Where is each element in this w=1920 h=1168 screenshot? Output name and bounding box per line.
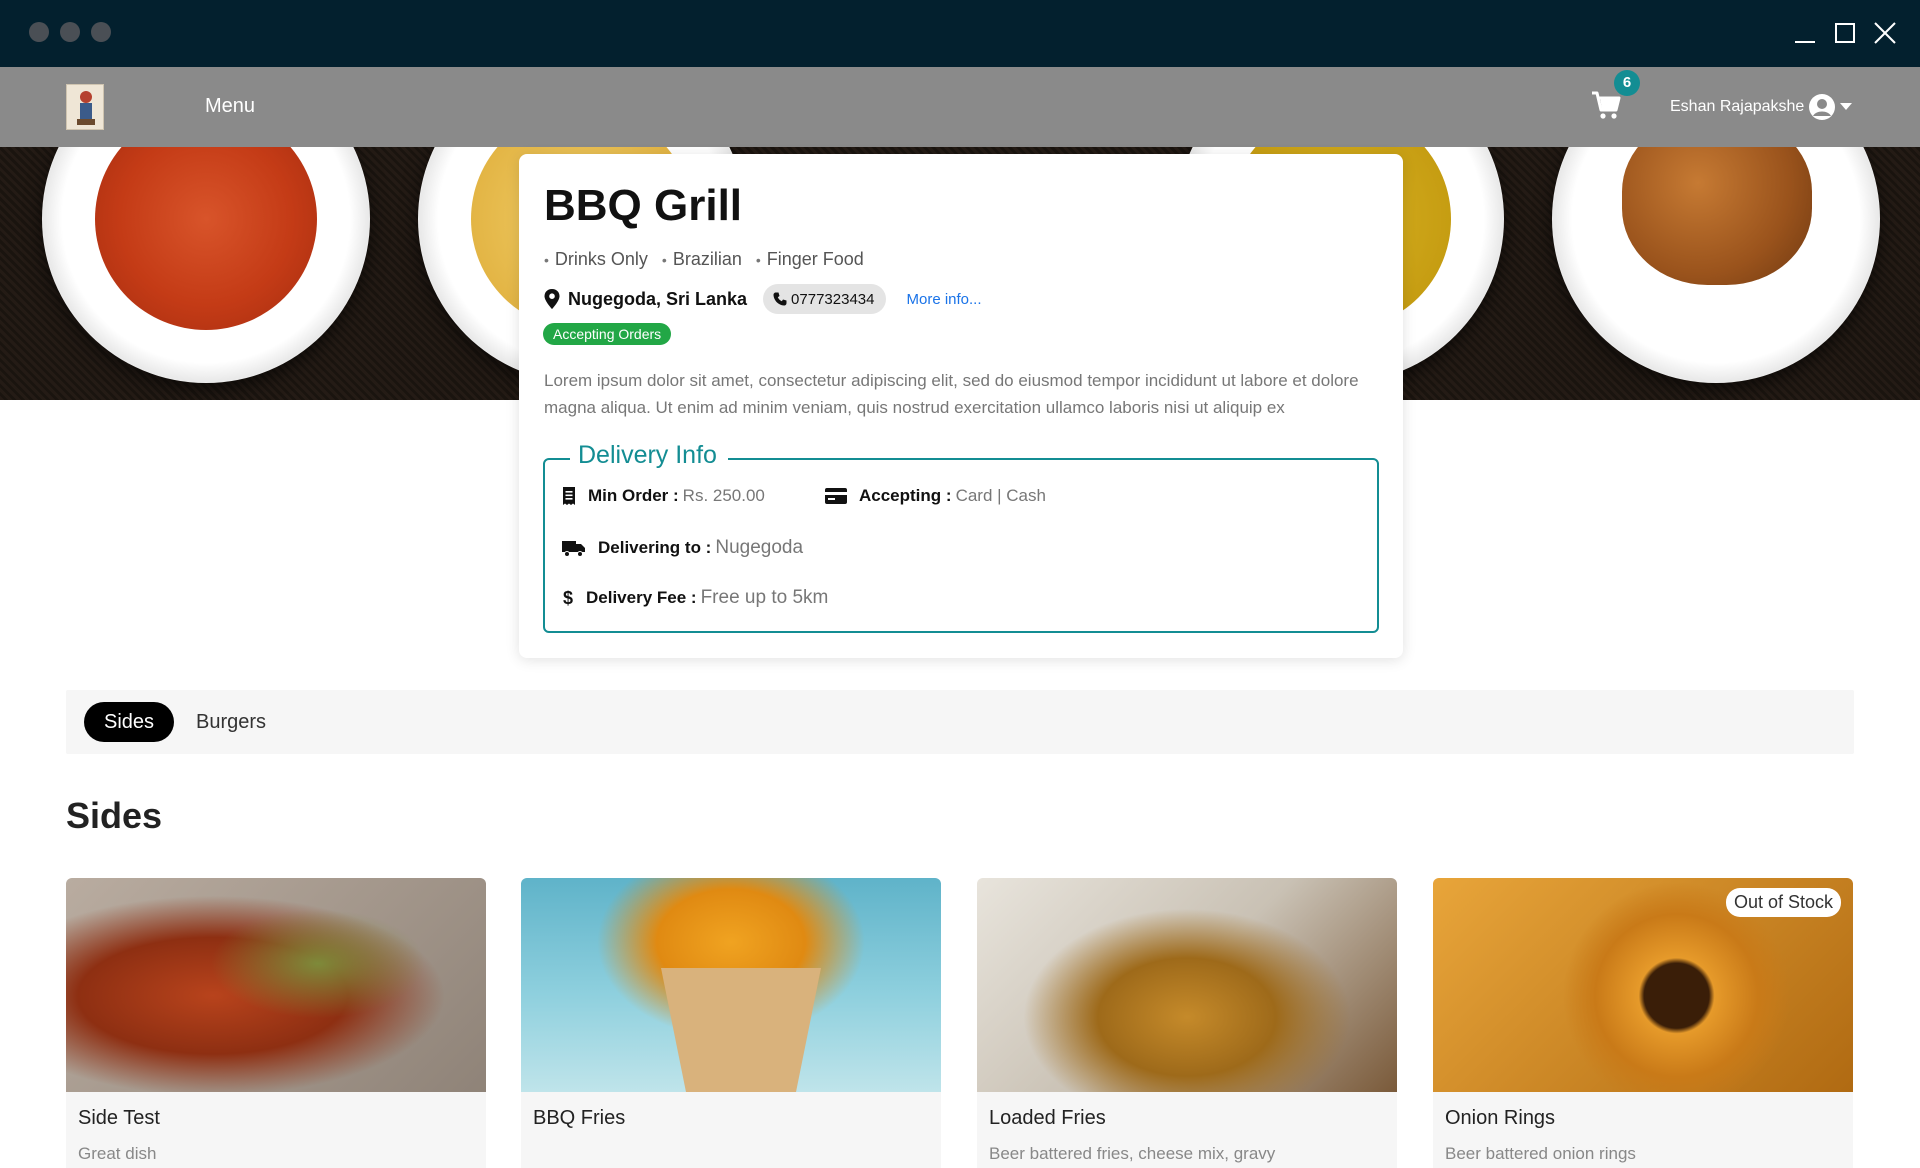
user-name[interactable]: Eshan Rajapakshe bbox=[1670, 98, 1804, 116]
map-pin-icon bbox=[544, 289, 560, 309]
window-dot-2[interactable] bbox=[60, 22, 80, 42]
svg-text:$: $ bbox=[563, 588, 573, 608]
cart-icon[interactable] bbox=[1590, 89, 1622, 121]
nav-menu-link[interactable]: Menu bbox=[205, 95, 255, 118]
delivery-info-box: Delivery Info Min Order : Rs. 250.00 Acc… bbox=[543, 441, 1379, 633]
min-order-label: Min Order : bbox=[588, 486, 679, 505]
product-image[interactable] bbox=[66, 878, 486, 1092]
product-description: Beer battered fries, cheese mix, gravy bbox=[989, 1144, 1276, 1163]
phone-pill[interactable]: 0777323434 bbox=[763, 284, 887, 314]
product-image[interactable] bbox=[521, 878, 941, 1092]
restaurant-name: BBQ Grill bbox=[544, 181, 743, 230]
delivery-info-title: Delivery Info bbox=[570, 441, 728, 470]
product-card[interactable]: Loaded Fries Beer battered fries, cheese… bbox=[977, 878, 1397, 1168]
cuisine-list: Drinks Only Brazilian Finger Food bbox=[544, 249, 864, 270]
minimize-icon[interactable] bbox=[1792, 20, 1818, 46]
product-description: Great dish bbox=[78, 1144, 157, 1163]
delivery-truck-icon bbox=[562, 541, 585, 557]
delivery-fee-label: Delivery Fee : bbox=[586, 588, 697, 607]
restaurant-location: Nugegoda, Sri Lanka bbox=[568, 288, 748, 309]
close-icon[interactable] bbox=[1872, 20, 1898, 46]
min-order-value: Rs. 250.00 bbox=[682, 486, 765, 505]
window-dot-1[interactable] bbox=[29, 22, 49, 42]
product-name: Side Test bbox=[78, 1107, 160, 1129]
accepting-label: Accepting : bbox=[859, 486, 952, 505]
phone-icon bbox=[773, 292, 787, 306]
brand-logo[interactable] bbox=[66, 84, 104, 130]
status-badge: Accepting Orders bbox=[543, 323, 672, 345]
product-card[interactable]: Side Test Great dish bbox=[66, 878, 486, 1168]
credit-card-icon bbox=[825, 488, 847, 504]
product-description: Beer battered onion rings bbox=[1445, 1144, 1636, 1163]
cuisine-tag: Brazilian bbox=[662, 249, 742, 270]
dollar-icon: $ bbox=[563, 588, 573, 608]
maximize-icon[interactable] bbox=[1832, 20, 1858, 46]
accepting-row: Accepting : Card | Cash bbox=[825, 486, 1046, 506]
more-info-link[interactable]: More info... bbox=[906, 291, 981, 308]
cuisine-tag: Drinks Only bbox=[544, 249, 648, 270]
accepting-value: Card | Cash bbox=[955, 486, 1046, 505]
category-tab-sides[interactable]: Sides bbox=[84, 702, 175, 742]
restaurant-info-card: BBQ Grill Drinks Only Brazilian Finger F… bbox=[519, 154, 1403, 658]
category-tab-burgers[interactable]: Burgers bbox=[176, 702, 286, 742]
out-of-stock-badge: Out of Stock bbox=[1725, 888, 1841, 917]
location-row: Nugegoda, Sri Lanka 0777323434 More info… bbox=[544, 284, 982, 314]
cart-count-badge: 6 bbox=[1614, 70, 1640, 96]
phone-number: 0777323434 bbox=[791, 290, 875, 308]
product-name: BBQ Fries bbox=[533, 1107, 626, 1129]
product-name: Loaded Fries bbox=[989, 1107, 1106, 1129]
delivery-fee-value: Free up to 5km bbox=[700, 587, 829, 608]
delivering-row: Delivering to : Nugegoda bbox=[562, 537, 803, 559]
navbar: Menu 6 Eshan Rajapakshe bbox=[0, 67, 1920, 147]
user-avatar-icon[interactable] bbox=[1808, 93, 1836, 121]
product-card[interactable]: BBQ Fries bbox=[521, 878, 941, 1168]
delivery-fee-row: $ Delivery Fee : Free up to 5km bbox=[562, 587, 828, 609]
product-card[interactable]: Out of Stock Onion Rings Beer battered o… bbox=[1433, 878, 1853, 1168]
section-title: Sides bbox=[66, 795, 163, 836]
restaurant-description: Lorem ipsum dolor sit amet, consectetur … bbox=[544, 371, 1359, 417]
cuisine-tag: Finger Food bbox=[756, 249, 864, 270]
product-name: Onion Rings bbox=[1445, 1107, 1556, 1129]
delivering-label: Delivering to : bbox=[598, 538, 712, 557]
delivering-value: Nugegoda bbox=[715, 537, 804, 558]
category-bar: Sides Burgers bbox=[66, 690, 1854, 754]
chevron-down-icon[interactable] bbox=[1840, 103, 1852, 110]
min-order-row: Min Order : Rs. 250.00 bbox=[562, 486, 765, 506]
product-image[interactable] bbox=[977, 878, 1397, 1092]
receipt-icon bbox=[563, 487, 575, 505]
window-dot-3[interactable] bbox=[91, 22, 111, 42]
window-titlebar bbox=[0, 0, 1920, 67]
